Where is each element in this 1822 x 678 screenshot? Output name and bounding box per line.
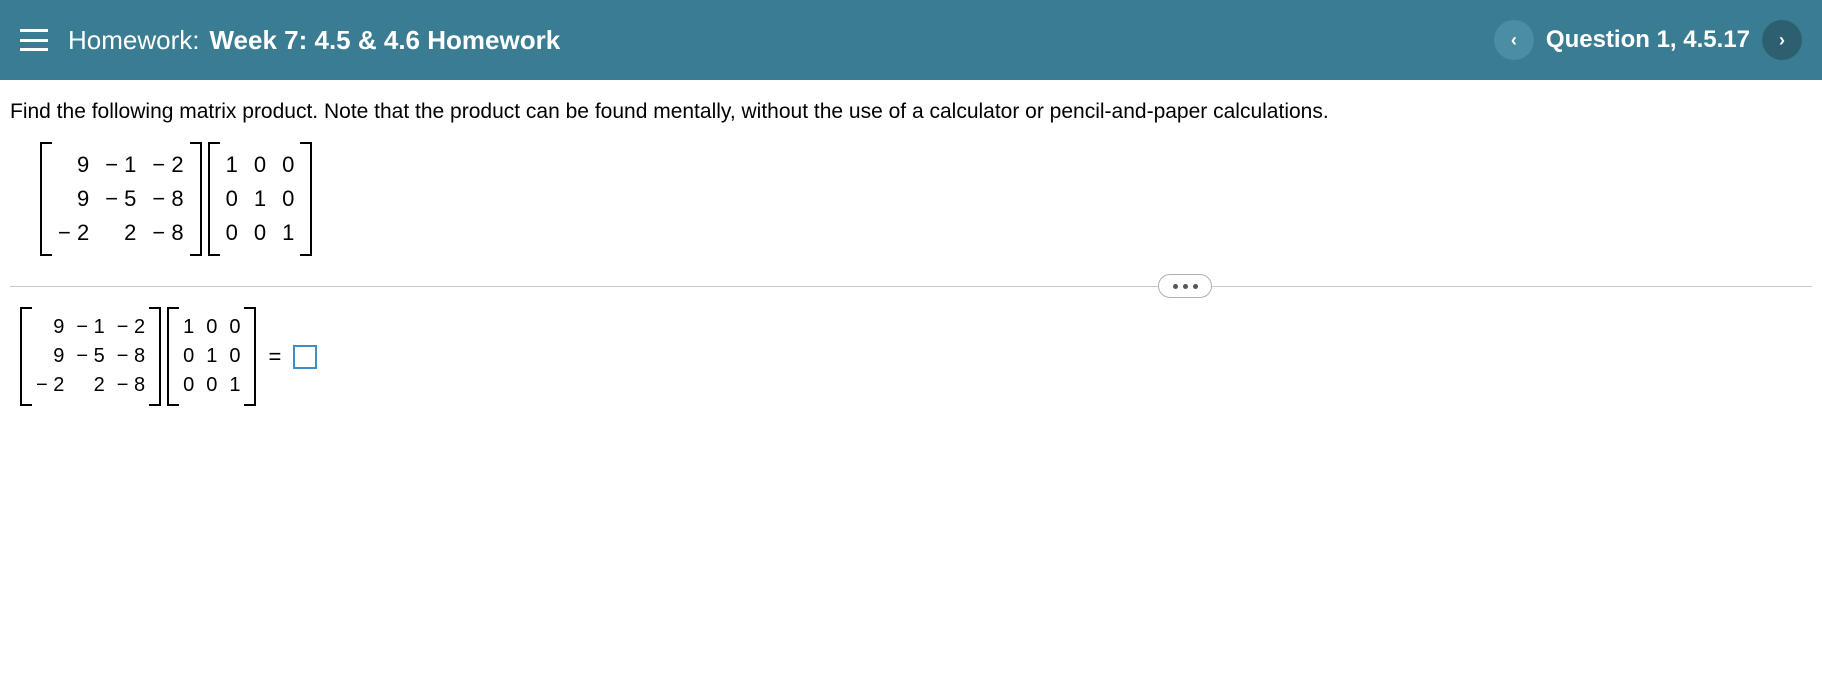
answer-input[interactable] [293, 345, 317, 369]
matrix-b: 100 010 001 [208, 142, 313, 256]
question-number-label: Question 1, 4.5.17 [1546, 26, 1750, 54]
more-options-button[interactable] [1158, 274, 1212, 298]
page-title: Homework: Week 7: 4.5 & 4.6 Homework [68, 25, 560, 56]
question-prompt: Find the following matrix product. Note … [10, 100, 1812, 124]
question-content: Find the following matrix product. Note … [0, 80, 1822, 406]
hamburger-menu-icon[interactable] [20, 29, 48, 51]
dot-icon [1173, 284, 1178, 289]
header-nav: ‹ Question 1, 4.5.17 › [1494, 20, 1802, 60]
equals-sign: = [268, 344, 281, 370]
app-header: Homework: Week 7: 4.5 & 4.6 Homework ‹ Q… [0, 0, 1822, 80]
matrix-b-repeat: 100 010 001 [167, 307, 256, 406]
matrix-a-repeat: 9− 1− 2 9− 5− 8 − 22− 8 [20, 307, 161, 406]
dot-icon [1183, 284, 1188, 289]
matrix-expression-top: 9− 1− 2 9− 5− 8 − 22− 8 100 010 001 [10, 142, 1812, 256]
matrix-a: 9− 1− 2 9− 5− 8 − 22− 8 [40, 142, 202, 256]
title-value: Week 7: 4.5 & 4.6 Homework [209, 25, 560, 56]
prev-question-button[interactable]: ‹ [1494, 20, 1534, 60]
matrix-expression-answer: 9− 1− 2 9− 5− 8 − 22− 8 100 010 001 = [10, 307, 1812, 406]
chevron-left-icon: ‹ [1511, 30, 1517, 51]
chevron-right-icon: › [1779, 30, 1785, 51]
next-question-button[interactable]: › [1762, 20, 1802, 60]
section-divider [10, 286, 1812, 287]
dot-icon [1193, 284, 1198, 289]
title-label: Homework: [68, 25, 199, 56]
